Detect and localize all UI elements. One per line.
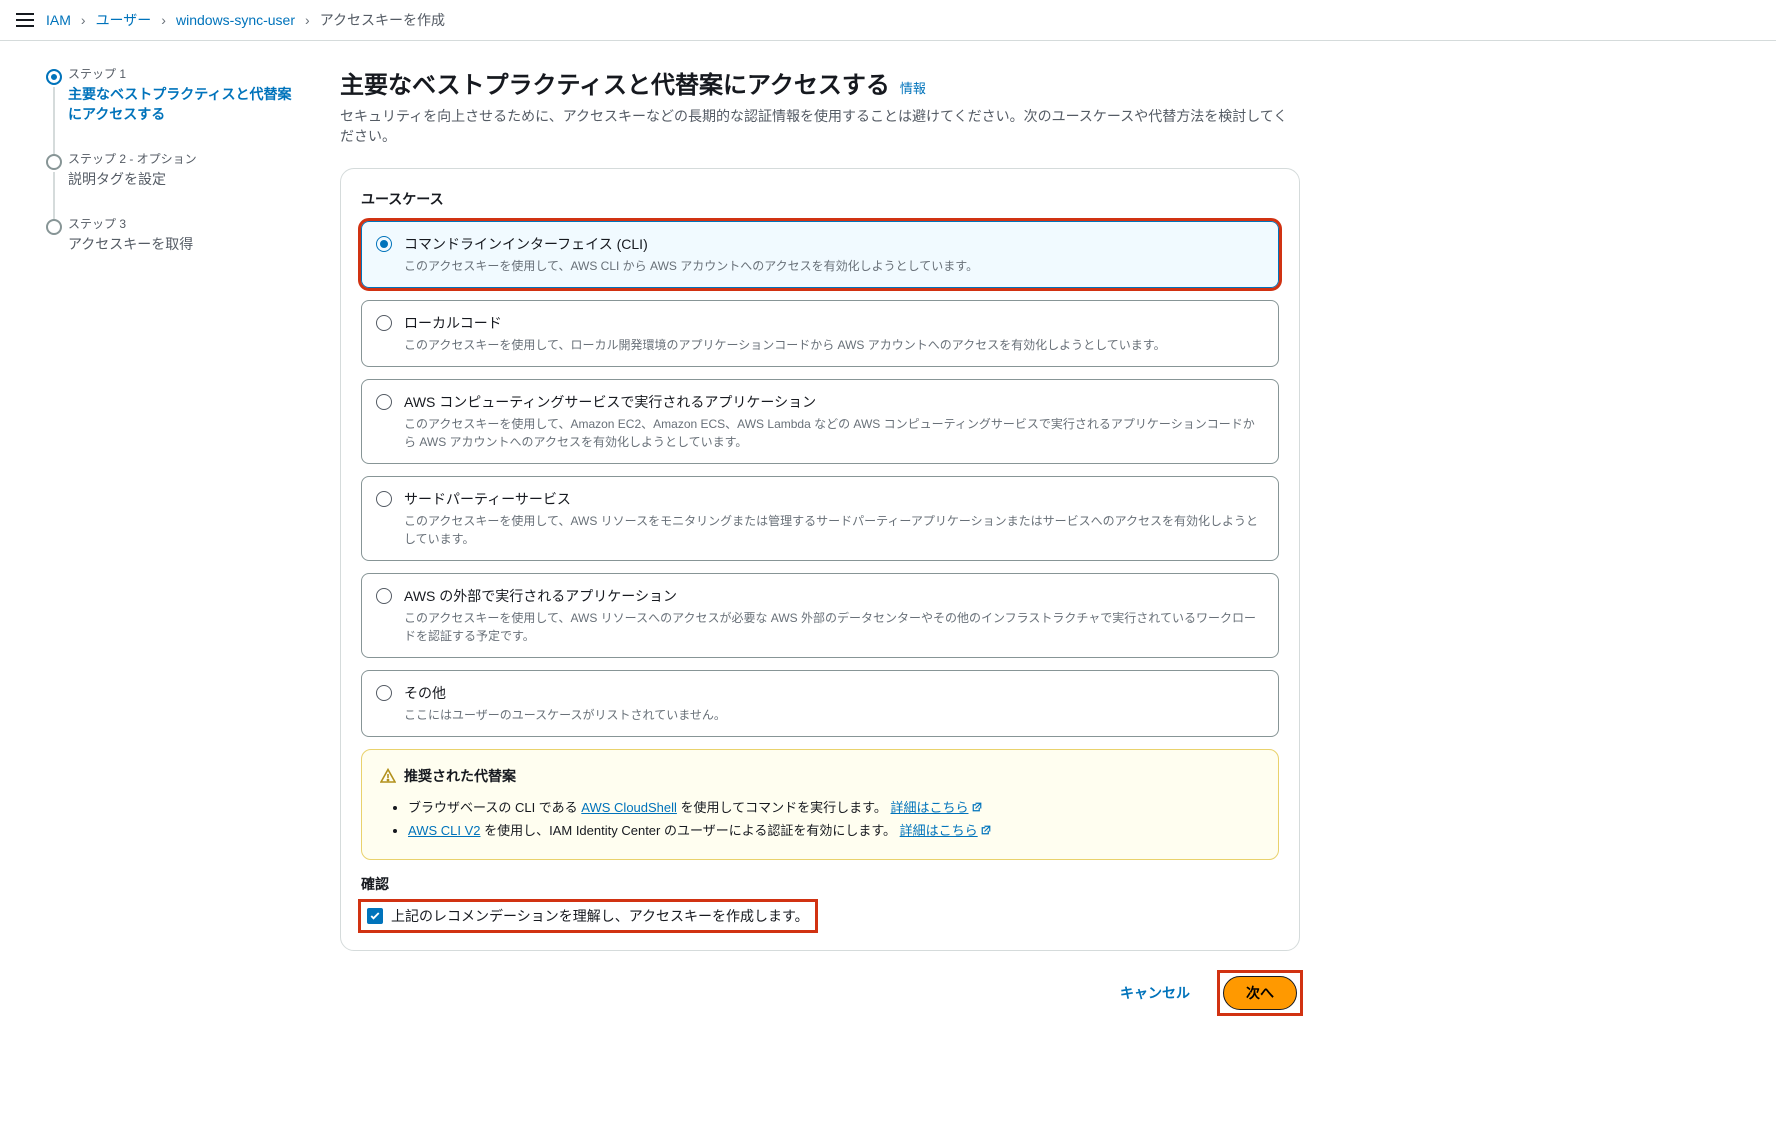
chevron-right-icon: › [81,12,86,28]
step-title: 説明タグを設定 [68,169,300,189]
step-label: ステップ 1 [68,65,300,82]
chevron-right-icon: › [161,12,166,28]
option-desc: このアクセスキーを使用して、AWS CLI から AWS アカウントへのアクセス… [404,257,1264,275]
cliv2-link[interactable]: AWS CLI V2 [408,823,480,838]
next-button[interactable]: 次へ [1223,976,1297,1010]
option-desc: このアクセスキーを使用して、AWS リソースへのアクセスが必要な AWS 外部の… [404,609,1264,645]
form-panel: ユースケース コマンドラインインターフェイス (CLI) このアクセスキーを使用… [340,168,1300,951]
option-title: AWS の外部で実行されるアプリケーション [404,586,1264,606]
option-third-party[interactable]: サードパーティーサービス このアクセスキーを使用して、AWS リソースをモニタリ… [361,476,1279,561]
info-link[interactable]: 情報 [900,78,926,97]
option-title: その他 [404,683,1264,703]
checkbox-icon [367,908,383,924]
option-title: AWS コンピューティングサービスで実行されるアプリケーション [404,392,1264,412]
option-desc: このアクセスキーを使用して、ローカル開発環境のアプリケーションコードから AWS… [404,336,1264,354]
page-subtitle: セキュリティを向上させるために、アクセスキーなどの長期的な認証情報を使用すること… [340,106,1300,146]
step-label: ステップ 2 - オプション [68,150,300,167]
option-other[interactable]: その他 ここにはユーザーのユースケースがリストされていません。 [361,670,1279,737]
step-3[interactable]: ステップ 3 アクセスキーを取得 [40,215,300,280]
learn-more-link[interactable]: 詳細はこちら [900,823,992,838]
option-external-app[interactable]: AWS の外部で実行されるアプリケーション このアクセスキーを使用して、AWS … [361,573,1279,658]
usecase-label: ユースケース [361,189,1279,209]
cancel-button[interactable]: キャンセル [1104,975,1206,1011]
breadcrumb-current: アクセスキーを作成 [320,10,445,30]
step-1[interactable]: ステップ 1 主要なベストプラクティスと代替案にアクセスする [40,65,300,150]
learn-more-link[interactable]: 詳細はこちら [890,800,982,815]
confirm-label: 確認 [361,874,1279,894]
radio-icon [376,491,392,507]
option-cli[interactable]: コマンドラインインターフェイス (CLI) このアクセスキーを使用して、AWS … [361,221,1279,288]
step-title: 主要なベストプラクティスと代替案にアクセスする [68,84,300,124]
chevron-right-icon: › [305,12,310,28]
alternative-item: AWS CLI V2 を使用し、IAM Identity Center のユーザ… [408,819,1260,842]
cloudshell-link[interactable]: AWS CloudShell [581,800,677,815]
option-desc: このアクセスキーを使用して、Amazon EC2、Amazon ECS、AWS … [404,415,1264,451]
main-content: 主要なベストプラクティスと代替案にアクセスする 情報 セキュリティを向上させるた… [340,65,1300,1013]
breadcrumb-iam[interactable]: IAM [46,12,71,28]
confirm-text: 上記のレコメンデーションを理解し、アクセスキーを作成します。 [391,906,809,926]
option-aws-compute[interactable]: AWS コンピューティングサービスで実行されるアプリケーション このアクセスキー… [361,379,1279,464]
radio-icon [376,236,392,252]
option-desc: このアクセスキーを使用して、AWS リソースをモニタリングまたは管理するサードパ… [404,512,1264,548]
option-title: サードパーティーサービス [404,489,1264,509]
radio-icon [376,685,392,701]
external-link-icon [971,797,983,809]
alternatives-heading: 推奨された代替案 [404,766,516,786]
step-title: アクセスキーを取得 [68,234,300,254]
step-2[interactable]: ステップ 2 - オプション 説明タグを設定 [40,150,300,215]
external-link-icon [980,820,992,832]
breadcrumb-users[interactable]: ユーザー [96,10,152,30]
confirm-checkbox-row[interactable]: 上記のレコメンデーションを理解し、アクセスキーを作成します。 [361,902,815,930]
page-title: 主要なベストプラクティスと代替案にアクセスする [340,65,890,100]
option-local-code[interactable]: ローカルコード このアクセスキーを使用して、ローカル開発環境のアプリケーションコ… [361,300,1279,367]
recommended-alternatives: 推奨された代替案 ブラウザベースの CLI である AWS CloudShell… [361,749,1279,860]
option-title: ローカルコード [404,313,1264,333]
option-desc: ここにはユーザーのユースケースがリストされていません。 [404,706,1264,724]
warning-icon [380,768,396,784]
radio-icon [376,315,392,331]
alternative-item: ブラウザベースの CLI である AWS CloudShell を使用してコマン… [408,796,1260,819]
breadcrumb-user-name[interactable]: windows-sync-user [176,12,295,28]
menu-icon[interactable] [16,13,34,27]
radio-icon [376,588,392,604]
top-bar: IAM › ユーザー › windows-sync-user › アクセスキーを… [0,0,1776,41]
step-label: ステップ 3 [68,215,300,232]
breadcrumb: IAM › ユーザー › windows-sync-user › アクセスキーを… [46,10,445,30]
radio-icon [376,394,392,410]
wizard-stepper: ステップ 1 主要なベストプラクティスと代替案にアクセスする ステップ 2 - … [40,65,300,1013]
option-title: コマンドラインインターフェイス (CLI) [404,234,1264,254]
footer-buttons: キャンセル 次へ [340,973,1300,1013]
